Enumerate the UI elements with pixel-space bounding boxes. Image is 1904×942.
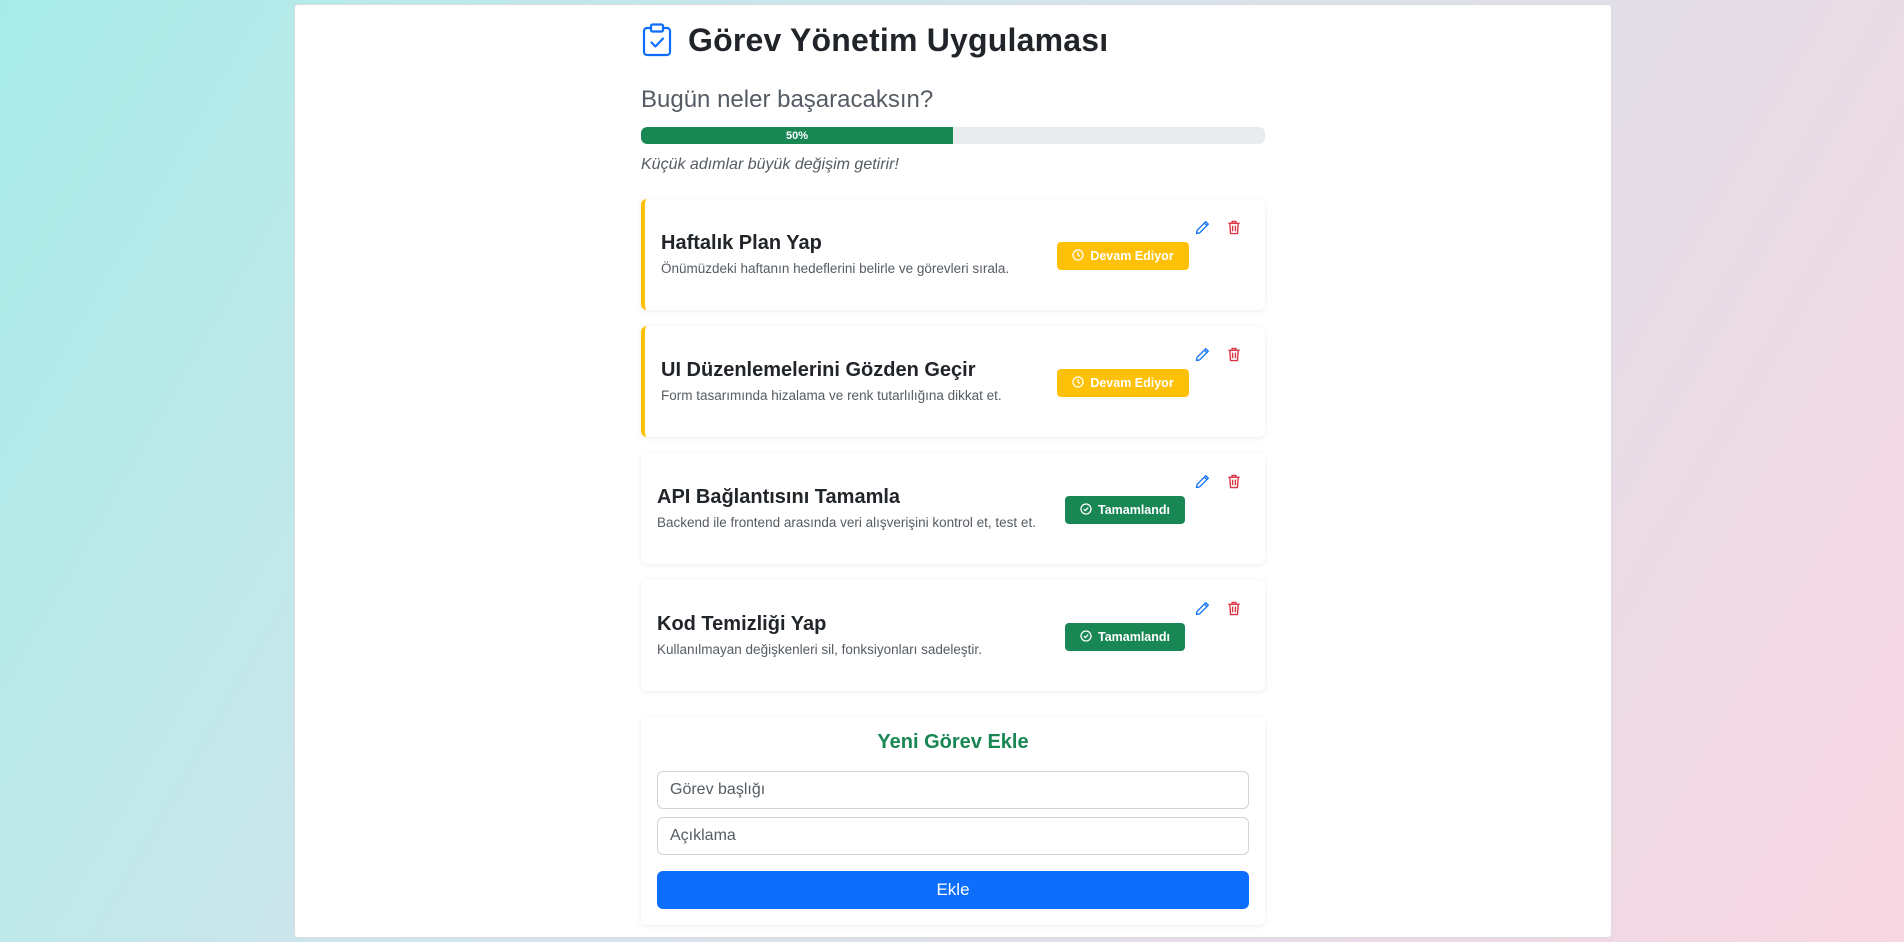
status-badge-label: Tamamlandı: [1097, 503, 1170, 517]
task-card: API Bağlantısını Tamamla Backend ile fro…: [641, 453, 1265, 564]
app-header: Görev Yönetim Uygulaması: [641, 20, 1108, 60]
task-description: Kullanılmayan değişkenleri sil, fonksiyo…: [657, 642, 982, 657]
task-title: Haftalık Plan Yap: [661, 232, 822, 254]
trash-icon: [1227, 474, 1241, 494]
task-description: Önümüzdeki haftanın hedeflerini belirle …: [661, 261, 1010, 276]
task-title-input[interactable]: [657, 771, 1249, 809]
new-task-form: Yeni Görev Ekle Ekle: [641, 717, 1265, 925]
delete-task-button[interactable]: [1225, 474, 1243, 494]
task-title: API Bağlantısını Tamamla: [657, 486, 901, 508]
edit-task-button[interactable]: [1193, 348, 1211, 366]
task-title: UI Düzenlemelerini Gözden Geçir: [661, 359, 976, 381]
status-badge[interactable]: Devam Ediyor: [1057, 242, 1189, 270]
status-badge[interactable]: Tamamlandı: [1065, 496, 1185, 524]
edit-task-button[interactable]: [1193, 475, 1211, 493]
task-description-input[interactable]: [657, 817, 1249, 855]
task-description: Backend ile frontend arasında veri alışv…: [657, 515, 1036, 530]
status-badge-label: Tamamlandı: [1097, 630, 1170, 644]
edit-task-button[interactable]: [1193, 602, 1211, 620]
clock-icon: [1072, 248, 1084, 264]
check-circle-icon: [1080, 502, 1092, 518]
progress-track: 50%: [641, 127, 1265, 144]
task-card: UI Düzenlemelerini Gözden Geçir Form tas…: [641, 326, 1265, 437]
pencil-icon: [1195, 601, 1210, 621]
form-heading: Yeni Görev Ekle: [877, 731, 1029, 753]
page-title: Görev Yönetim Uygulaması: [688, 21, 1109, 58]
clipboard-check-icon: [641, 22, 673, 58]
pencil-icon: [1195, 347, 1210, 367]
task-card: Kod Temizliği Yap Kullanılmayan değişken…: [641, 580, 1265, 691]
add-task-button[interactable]: Ekle: [657, 871, 1249, 909]
pencil-icon: [1195, 474, 1210, 494]
trash-icon: [1227, 601, 1241, 621]
task-card: Haftalık Plan Yap Önümüzdeki haftanın he…: [641, 199, 1265, 310]
motivation-text: Küçük adımlar büyük değişim getirir!: [641, 156, 899, 173]
trash-icon: [1227, 347, 1241, 367]
clock-icon: [1072, 375, 1084, 391]
task-title: Kod Temizliği Yap: [657, 613, 827, 635]
task-description: Form tasarımında hizalama ve renk tutarl…: [661, 388, 1002, 403]
status-badge[interactable]: Tamamlandı: [1065, 623, 1185, 651]
delete-task-button[interactable]: [1225, 347, 1243, 367]
page-subtitle: Bugün neler başaracaksın?: [641, 86, 934, 113]
progress-bar: 50%: [641, 127, 953, 144]
status-badge[interactable]: Devam Ediyor: [1057, 369, 1189, 397]
delete-task-button[interactable]: [1225, 220, 1243, 240]
app-container: Görev Yönetim Uygulaması Bugün neler baş…: [294, 4, 1612, 938]
edit-task-button[interactable]: [1193, 221, 1211, 239]
status-badge-label: Devam Ediyor: [1090, 376, 1174, 390]
check-circle-icon: [1080, 629, 1092, 645]
delete-task-button[interactable]: [1225, 601, 1243, 621]
pencil-icon: [1195, 220, 1210, 240]
status-badge-label: Devam Ediyor: [1090, 249, 1174, 263]
trash-icon: [1227, 220, 1241, 240]
